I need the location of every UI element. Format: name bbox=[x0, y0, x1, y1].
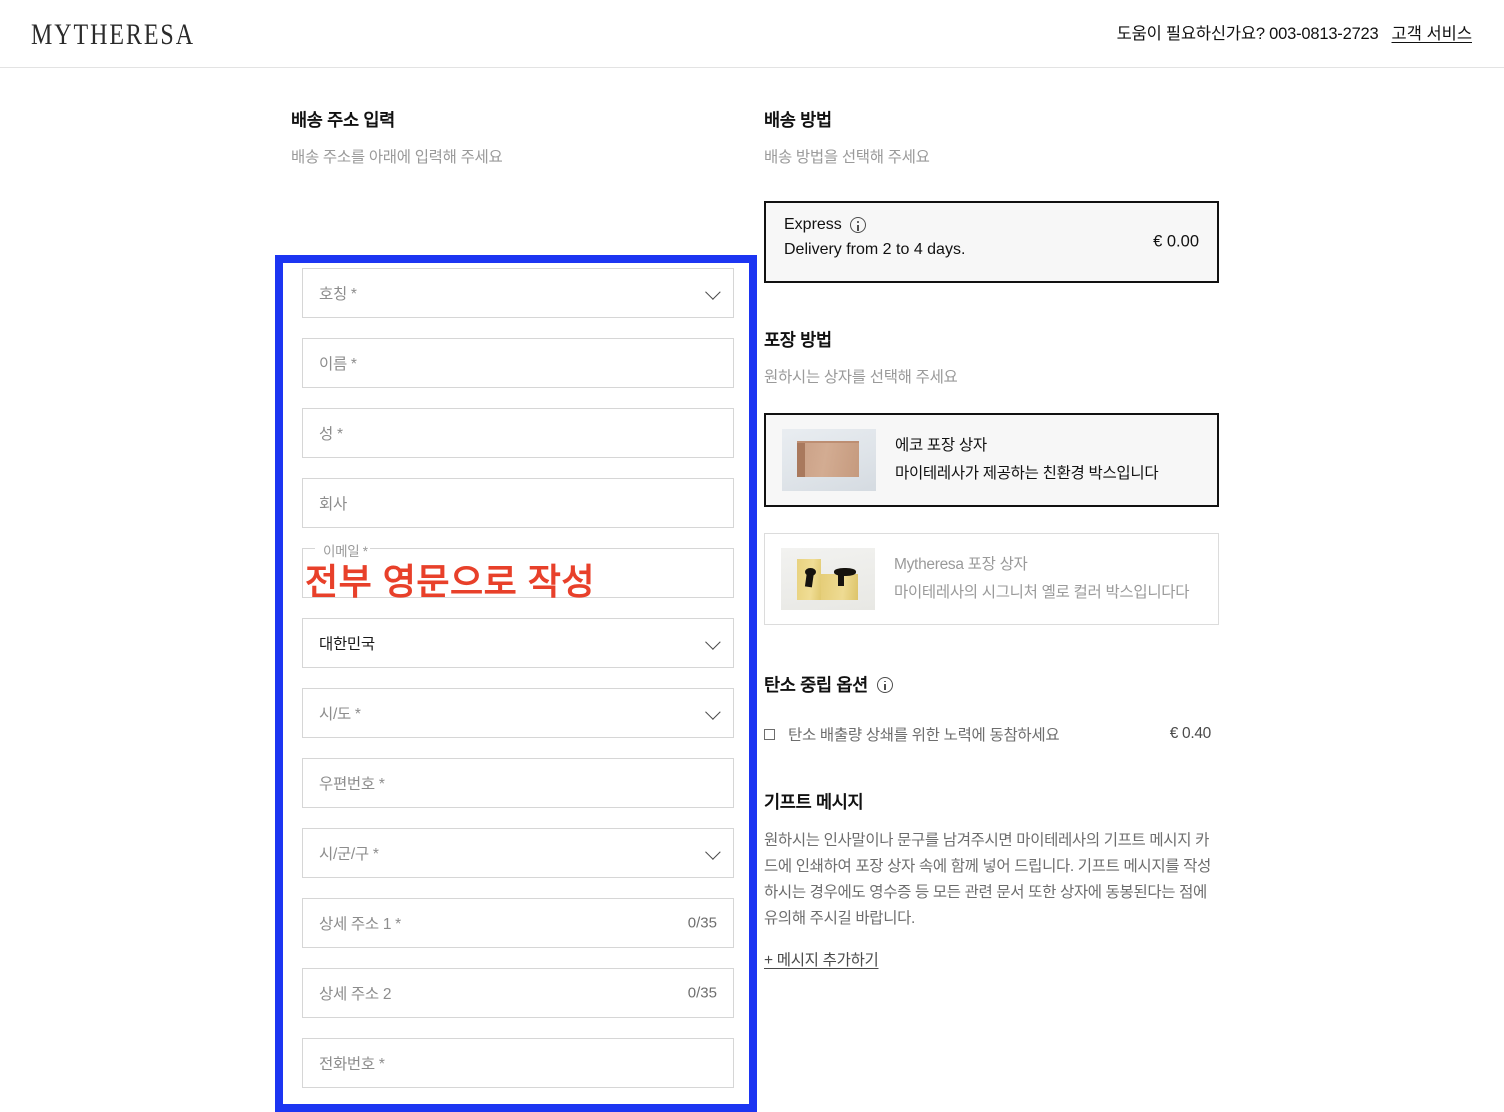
field-postal-code[interactable]: 우편번호 * bbox=[302, 758, 734, 808]
header-help-area: 도움이 필요하신가요? 003-0813-2723 고객 서비스 bbox=[1117, 20, 1472, 44]
carbon-section: 탄소 중립 옵션 탄소 배출량 상쇄를 위한 노력에 동참하세요 € 0.40 bbox=[764, 672, 1219, 745]
field-province-label: 시/도 * bbox=[319, 706, 361, 723]
packaging-subtitle: 원하시는 상자를 선택해 주세요 bbox=[764, 369, 958, 386]
address-form: 호칭 * 이름 * 성 * 회사 이메일 * 대한민국 시/도 * 우편번호 *… bbox=[302, 268, 734, 1108]
eco-box-text: 에코 포장 상자 마이테레사가 제공하는 친환경 박스입니다 bbox=[895, 435, 1159, 485]
mytheresa-box-title: Mytheresa 포장 상자 bbox=[894, 556, 1028, 574]
carbon-title: 탄소 중립 옵션 bbox=[764, 675, 868, 695]
field-city-district[interactable]: 시/군/구 * bbox=[302, 828, 734, 878]
help-phone-text: 도움이 필요하신가요? 003-0813-2723 bbox=[1116, 25, 1379, 43]
english-only-annotation: 전부 영문으로 작성 bbox=[305, 561, 595, 602]
packaging-option-mytheresa[interactable]: Mytheresa 포장 상자 마이테레사의 시그니처 옐로 컬러 박스입니다다 bbox=[764, 533, 1219, 625]
shipping-method-section: 배송 방법 배송 방법을 선택해 주세요 Express Delivery fr… bbox=[764, 107, 1219, 283]
carbon-title-row: 탄소 중립 옵션 bbox=[764, 672, 1219, 697]
field-address-line-1[interactable]: 상세 주소 1 * 0/35 bbox=[302, 898, 734, 948]
field-phone-label: 전화번호 * bbox=[319, 1056, 385, 1073]
gift-message-title: 기프트 메시지 bbox=[764, 792, 864, 812]
field-country-value: 대한민국 bbox=[319, 636, 375, 653]
shipping-option-express[interactable]: Express Delivery from 2 to 4 days. € 0.0… bbox=[764, 201, 1219, 283]
gift-message-description: 원하시는 인사말이나 문구를 남겨주시면 마이테레사의 기프트 메시지 카드에 … bbox=[764, 832, 1211, 928]
checkout-page: 배송 주소 입력 배송 주소를 아래에 입력해 주세요 배송 방법 배송 방법을… bbox=[0, 68, 1504, 1112]
field-salutation[interactable]: 호칭 * bbox=[302, 268, 734, 318]
field-company[interactable]: 회사 bbox=[302, 478, 734, 528]
field-province[interactable]: 시/도 * bbox=[302, 688, 734, 738]
field-phone[interactable]: 전화번호 * bbox=[302, 1038, 734, 1088]
shipping-option-delivery: Delivery from 2 to 4 days. bbox=[784, 241, 966, 258]
carbon-option-label: 탄소 배출량 상쇄를 위한 노력에 동참하세요 bbox=[788, 727, 1060, 744]
shipping-option-name-row: Express bbox=[784, 216, 1199, 234]
carbon-checkbox[interactable] bbox=[764, 728, 775, 740]
packaging-title: 포장 방법 bbox=[764, 330, 832, 350]
chevron-down-icon bbox=[705, 844, 721, 860]
field-address-line-2-label: 상세 주소 2 bbox=[319, 986, 392, 1003]
carbon-price: € 0.40 bbox=[1169, 725, 1212, 742]
mytheresa-box-desc: 마이테레사의 시그니처 옐로 컬러 박스입니다다 bbox=[894, 583, 1190, 601]
field-address-line-1-counter: 0/35 bbox=[687, 914, 717, 932]
eco-box-image bbox=[782, 429, 876, 491]
field-postal-code-label: 우편번호 * bbox=[319, 776, 385, 793]
carbon-offset-option[interactable]: 탄소 배출량 상쇄를 위한 노력에 동참하세요 € 0.40 bbox=[764, 723, 1219, 745]
info-icon[interactable] bbox=[849, 217, 866, 233]
field-last-name[interactable]: 성 * bbox=[302, 408, 734, 458]
gift-message-section: 기프트 메시지 원하시는 인사말이나 문구를 남겨주시면 마이테레사의 기프트 … bbox=[764, 789, 1219, 970]
field-country[interactable]: 대한민국 bbox=[302, 618, 734, 668]
shipping-address-section: 배송 주소 입력 배송 주소를 아래에 입력해 주세요 bbox=[291, 107, 761, 167]
shipping-address-title: 배송 주소 입력 bbox=[291, 110, 395, 130]
chevron-down-icon bbox=[705, 704, 721, 720]
customer-service-link[interactable]: 고객 서비스 bbox=[1392, 20, 1472, 44]
field-salutation-label: 호칭 * bbox=[319, 286, 357, 303]
field-first-name[interactable]: 이름 * bbox=[302, 338, 734, 388]
eco-box-desc: 마이테레사가 제공하는 친환경 박스입니다 bbox=[895, 464, 1159, 482]
shipping-method-title: 배송 방법 bbox=[764, 110, 832, 130]
field-company-label: 회사 bbox=[319, 496, 347, 513]
shipping-option-name: Express bbox=[784, 216, 842, 233]
field-address-line-2[interactable]: 상세 주소 2 0/35 bbox=[302, 968, 734, 1018]
shipping-option-price: € 0.00 bbox=[1153, 232, 1199, 251]
packaging-option-eco[interactable]: 에코 포장 상자 마이테레사가 제공하는 친환경 박스입니다 bbox=[764, 413, 1219, 507]
field-first-name-label: 이름 * bbox=[319, 356, 357, 373]
field-address-line-1-label: 상세 주소 1 * bbox=[319, 916, 401, 933]
site-header: MYTHERESA 도움이 필요하신가요? 003-0813-2723 고객 서… bbox=[0, 0, 1504, 68]
right-column: 배송 방법 배송 방법을 선택해 주세요 Express Delivery fr… bbox=[764, 107, 1219, 970]
field-address-line-2-counter: 0/35 bbox=[687, 984, 717, 1002]
mytheresa-box-image bbox=[781, 548, 875, 610]
info-icon[interactable] bbox=[876, 676, 893, 693]
packaging-section: 포장 방법 원하시는 상자를 선택해 주세요 에코 포장 상자 마이테레사가 제… bbox=[764, 327, 1219, 625]
shipping-address-subtitle: 배송 주소를 아래에 입력해 주세요 bbox=[291, 149, 503, 166]
add-gift-message-link[interactable]: + 메시지 추가하기 bbox=[764, 948, 879, 970]
field-last-name-label: 성 * bbox=[319, 426, 343, 443]
shipping-method-subtitle: 배송 방법을 선택해 주세요 bbox=[764, 149, 930, 166]
chevron-down-icon bbox=[705, 284, 721, 300]
mytheresa-logo[interactable]: MYTHERESA bbox=[31, 19, 195, 52]
field-city-district-label: 시/군/구 * bbox=[319, 846, 379, 863]
chevron-down-icon bbox=[705, 634, 721, 650]
eco-box-title: 에코 포장 상자 bbox=[895, 437, 987, 455]
mytheresa-box-text: Mytheresa 포장 상자 마이테레사의 시그니처 옐로 컬러 박스입니다다 bbox=[894, 554, 1190, 604]
